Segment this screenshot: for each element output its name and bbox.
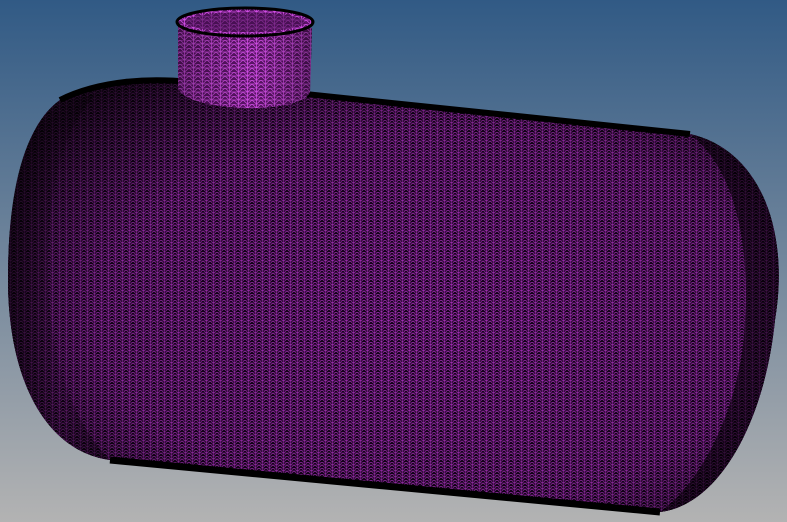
tank-body-shading: [8, 80, 779, 513]
3d-viewport[interactable]: [0, 0, 787, 522]
tank-body[interactable]: [0, 70, 787, 522]
mesh-scene[interactable]: [0, 0, 787, 522]
nozzle-opening: [185, 12, 305, 32]
